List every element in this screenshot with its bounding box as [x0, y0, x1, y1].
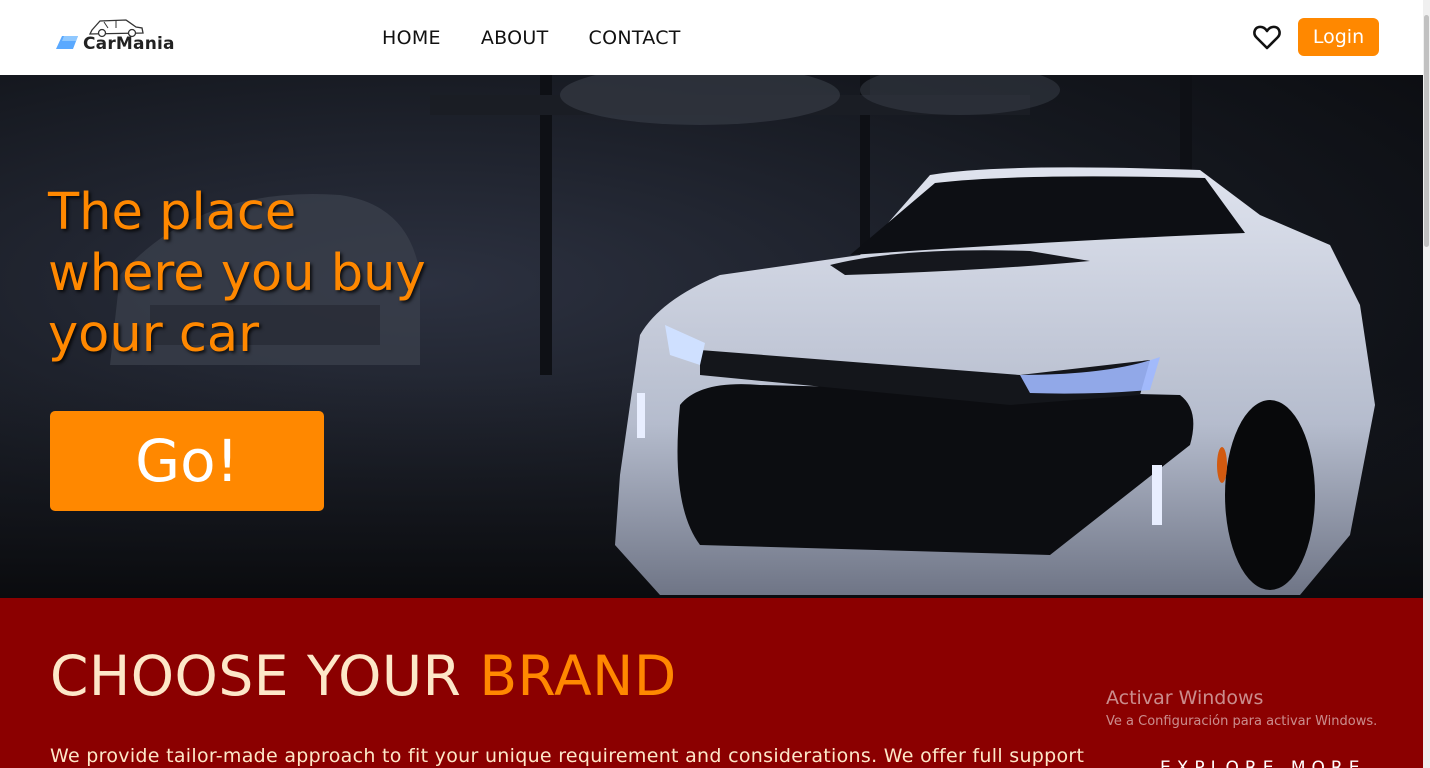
brand-heading: CHOOSE YOUR BRAND — [50, 644, 677, 708]
explore-more-link[interactable]: EXPLORE MORE — [1160, 758, 1365, 768]
scrollbar-thumb[interactable] — [1424, 15, 1429, 247]
brand-heading-prefix: CHOOSE YOUR — [50, 644, 462, 708]
logo[interactable]: CarMania — [56, 16, 176, 56]
heart-icon[interactable] — [1253, 24, 1281, 50]
page-scrollbar[interactable] — [1423, 0, 1430, 768]
nav-about[interactable]: ABOUT — [481, 27, 549, 49]
hero-title: The place where you buy your car — [48, 183, 426, 364]
brand-heading-accent: BRAND — [479, 644, 677, 708]
login-button[interactable]: Login — [1298, 18, 1379, 56]
main-nav: HOME ABOUT CONTACT — [382, 27, 681, 49]
nav-home[interactable]: HOME — [382, 27, 441, 49]
site-header: CarMania HOME ABOUT CONTACT Login — [0, 0, 1423, 75]
brand-section: CHOOSE YOUR BRAND We provide tailor-made… — [0, 598, 1423, 768]
windows-activation-subtitle: Ve a Configuración para activar Windows. — [1106, 714, 1378, 729]
hero-section: The place where you buy your car Go! — [0, 75, 1423, 598]
go-button[interactable]: Go! — [50, 411, 324, 511]
nav-contact[interactable]: CONTACT — [589, 27, 681, 49]
brand-description: We provide tailor-made approach to fit y… — [50, 745, 1085, 767]
windows-activation-title: Activar Windows — [1106, 687, 1264, 709]
logo-text: CarMania — [83, 34, 175, 54]
